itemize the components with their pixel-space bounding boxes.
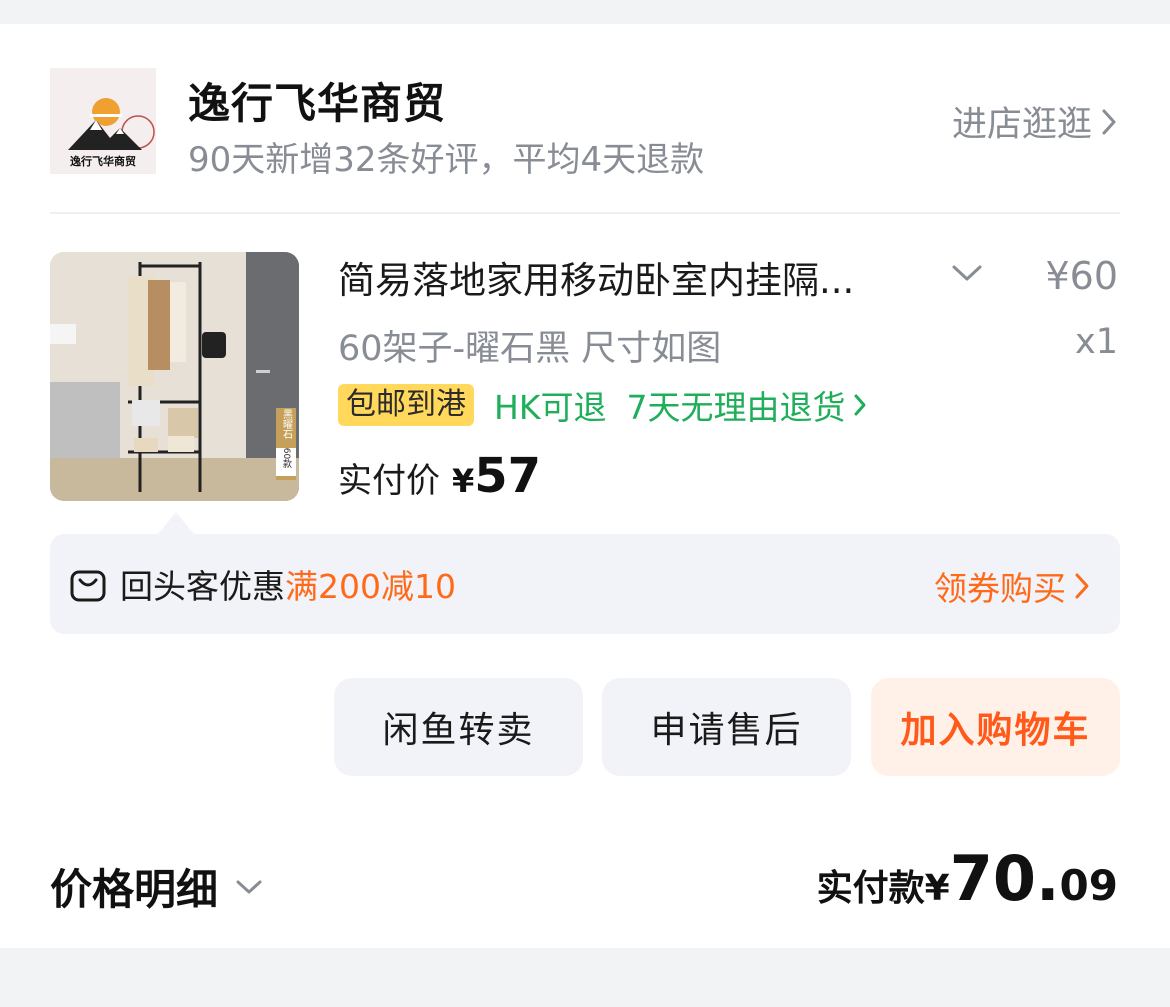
svg-text:逸行飞华商贸: 逸行飞华商贸 <box>70 154 136 168</box>
promo-text: 回头客优惠满200减10 <box>120 560 456 608</box>
real-paid-price: 实付价 ¥ 57 <box>338 448 541 504</box>
claim-coupon-button[interactable]: 领券购买 <box>934 562 1090 610</box>
return-policy[interactable]: HK可退 7天无理由退货 <box>494 381 867 429</box>
real-price-value: 57 <box>474 448 542 504</box>
shopping-bag-icon <box>70 570 106 602</box>
svg-text:黑曜石: 黑曜石 <box>281 409 293 439</box>
chevron-down-icon[interactable] <box>950 262 984 284</box>
chevron-right-icon <box>854 394 866 416</box>
promo-notch <box>158 512 194 534</box>
free-shipping-badge: 包邮到港 <box>338 384 474 426</box>
add-to-cart-button[interactable]: 加入购物车 <box>871 678 1120 776</box>
currency-symbol: ¥ <box>924 868 950 909</box>
seven-day-return-label: 7天无理由退货 <box>626 388 846 427</box>
product-price: ¥60 <box>1045 254 1118 298</box>
shop-name[interactable]: 逸行飞华商贸 <box>188 70 446 131</box>
promo-prefix: 回头客优惠 <box>120 567 285 606</box>
shop-rating-summary: 90天新增32条好评，平均4天退款 <box>188 140 705 180</box>
enter-shop-label: 进店逛逛 <box>951 105 1092 145</box>
service-badges[interactable]: 包邮到港 HK可退 7天无理由退货 <box>338 381 867 429</box>
total-paid: 实付款 ¥ 70. 09 <box>817 842 1118 915</box>
price-detail-toggle[interactable]: 价格明细 <box>50 856 264 917</box>
divider <box>50 212 1120 214</box>
chevron-right-icon <box>1075 573 1089 599</box>
shop-logo[interactable]: 逸行飞华商贸 <box>50 68 156 174</box>
total-integer: 70. <box>949 842 1060 915</box>
product-image[interactable]: 黑曜石 60款 <box>50 252 299 501</box>
resell-button[interactable]: 闲鱼转卖 <box>334 678 583 776</box>
real-price-label: 实付价 <box>338 461 440 501</box>
order-card: 逸行飞华商贸 逸行飞华商贸 90天新增32条好评，平均4天退款 进店逛逛 黑曜石… <box>0 24 1170 948</box>
enter-shop-link[interactable]: 进店逛逛 <box>952 96 1118 147</box>
hk-return-label: HK可退 <box>494 388 607 427</box>
promo-highlight: 满200减10 <box>285 567 456 606</box>
total-label: 实付款 <box>816 868 925 909</box>
claim-coupon-label: 领券购买 <box>934 569 1066 608</box>
chevron-down-icon <box>236 880 262 893</box>
currency-symbol: ¥ <box>452 462 475 500</box>
after-sales-button[interactable]: 申请售后 <box>602 678 851 776</box>
product-title[interactable]: 简易落地家用移动卧室内挂隔... <box>338 250 854 304</box>
total-decimal: 09 <box>1059 861 1118 910</box>
svg-text:60款: 60款 <box>281 448 292 469</box>
price-detail-label: 价格明细 <box>50 865 219 914</box>
product-quantity: x1 <box>1075 322 1118 362</box>
returning-customer-promo[interactable]: 回头客优惠满200减10 领券购买 <box>50 534 1120 634</box>
product-spec: 60架子-曜石黑 尺寸如图 <box>338 329 722 369</box>
chevron-right-icon <box>1102 109 1116 134</box>
